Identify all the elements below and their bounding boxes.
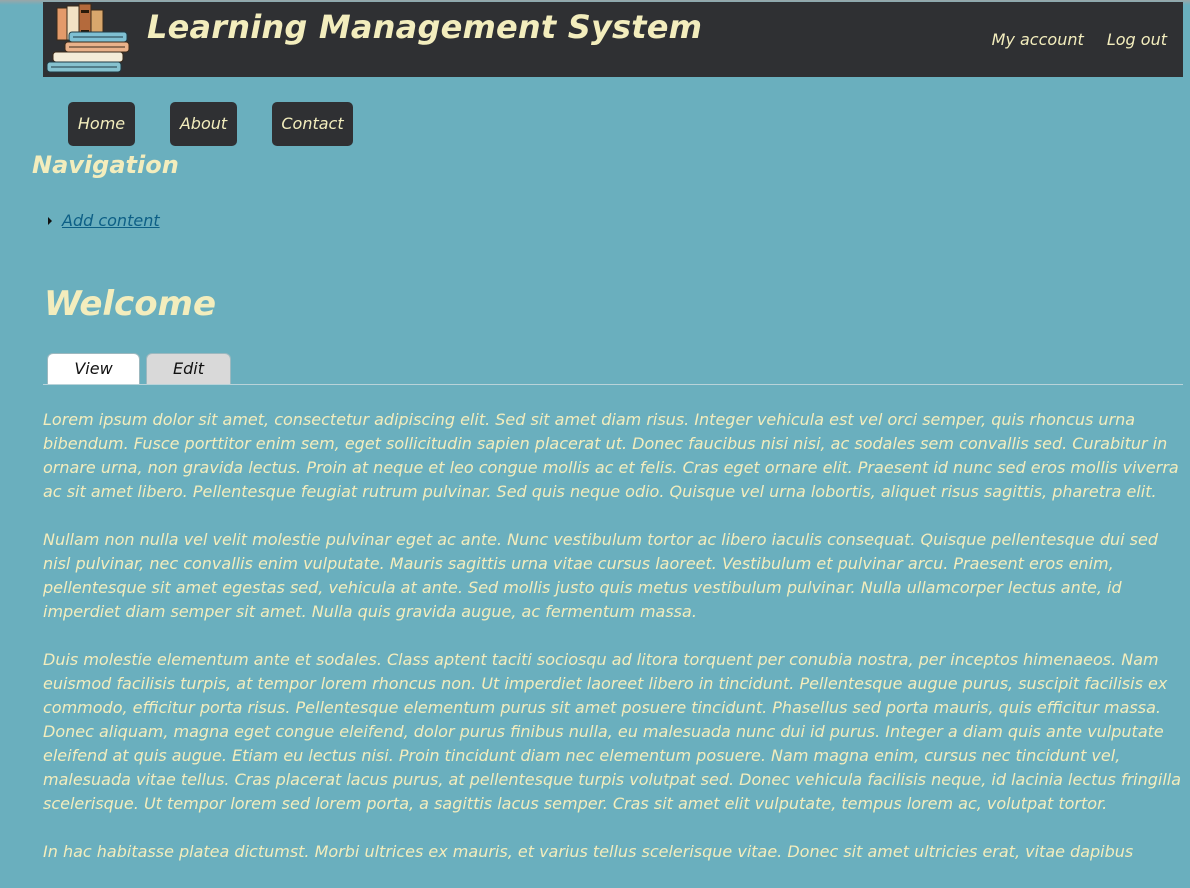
nav-contact-button[interactable]: Contact [272, 102, 353, 146]
nav-home-button[interactable]: Home [68, 102, 135, 146]
nav-about-button[interactable]: About [170, 102, 237, 146]
books-stack-icon[interactable] [43, 2, 141, 77]
body-paragraph: Nullam non nulla vel velit molestie pulv… [43, 530, 1159, 621]
site-header: Learning Management System My account Lo… [43, 2, 1183, 77]
tabs-divider [43, 384, 1183, 385]
navigation-list: Add content [48, 211, 160, 230]
body-paragraph: In hac habitasse platea dictumst. Morbi … [43, 842, 1134, 861]
list-item: Add content [48, 211, 160, 230]
body-paragraph: Lorem ipsum dolor sit amet, consectetur … [43, 410, 1179, 501]
user-menu: My account Log out [974, 30, 1167, 49]
triangle-bullet-icon [48, 216, 52, 225]
log-out-link[interactable]: Log out [1107, 30, 1167, 49]
tab-view[interactable]: View [47, 353, 140, 385]
tab-edit[interactable]: Edit [146, 353, 231, 384]
body-paragraph: Duis molestie elementum ante et sodales.… [43, 650, 1182, 813]
page-body: Lorem ipsum dolor sit amet, consectetur … [43, 408, 1183, 888]
site-title[interactable]: Learning Management System [147, 8, 702, 46]
navigation-block-title: Navigation [32, 151, 179, 179]
page-title: Welcome [44, 284, 217, 324]
add-content-link[interactable]: Add content [62, 211, 160, 230]
my-account-link[interactable]: My account [992, 30, 1084, 49]
